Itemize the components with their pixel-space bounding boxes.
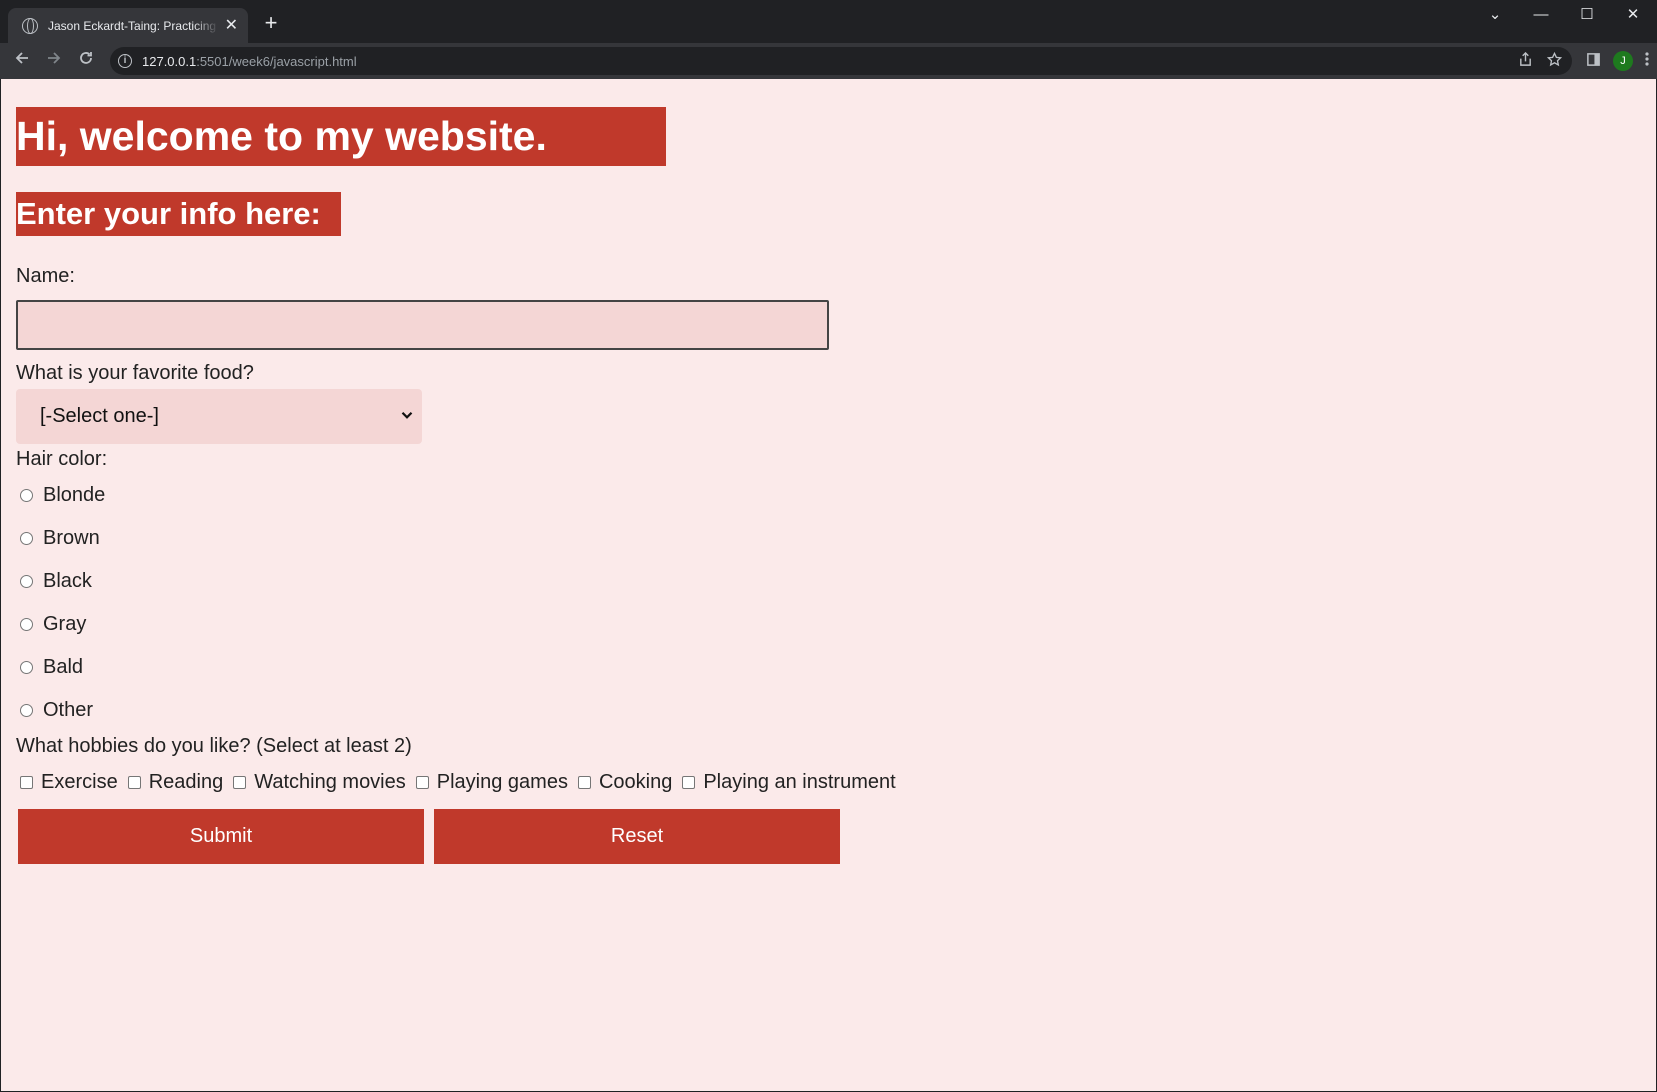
- close-window-button[interactable]: ✕: [1610, 0, 1656, 32]
- tab-title: Jason Eckardt-Taing: Practicing using Ja…: [48, 18, 219, 33]
- maximize-button[interactable]: ☐: [1564, 0, 1610, 32]
- menu-icon[interactable]: [1645, 51, 1649, 71]
- browser-tab[interactable]: Jason Eckardt-Taing: Practicing using Ja…: [8, 8, 248, 43]
- forward-icon[interactable]: [40, 47, 68, 75]
- back-icon[interactable]: [8, 47, 36, 75]
- profile-avatar[interactable]: J: [1613, 51, 1633, 71]
- window-border: [0, 79, 1657, 1092]
- star-icon[interactable]: [1546, 51, 1563, 70]
- new-tab-button[interactable]: +: [258, 10, 284, 36]
- tab-strip: Jason Eckardt-Taing: Practicing using Ja…: [0, 0, 1657, 43]
- reload-icon[interactable]: [72, 47, 100, 75]
- browser-toolbar: i 127.0.0.1:5501/week6/javascript.html J: [0, 43, 1657, 79]
- url-host: 127.0.0.1: [142, 53, 197, 69]
- sidepanel-icon[interactable]: [1586, 52, 1601, 71]
- address-bar[interactable]: i 127.0.0.1:5501/week6/javascript.html: [110, 47, 1572, 75]
- globe-icon: [22, 17, 38, 34]
- url-path: :5501/week6/javascript.html: [196, 53, 357, 69]
- tab-close-icon[interactable]: ✕: [225, 17, 238, 34]
- minimize-button[interactable]: —: [1518, 0, 1564, 32]
- tab-search-icon[interactable]: ⌄: [1472, 0, 1518, 32]
- info-icon[interactable]: i: [118, 54, 132, 68]
- share-icon[interactable]: [1518, 51, 1533, 70]
